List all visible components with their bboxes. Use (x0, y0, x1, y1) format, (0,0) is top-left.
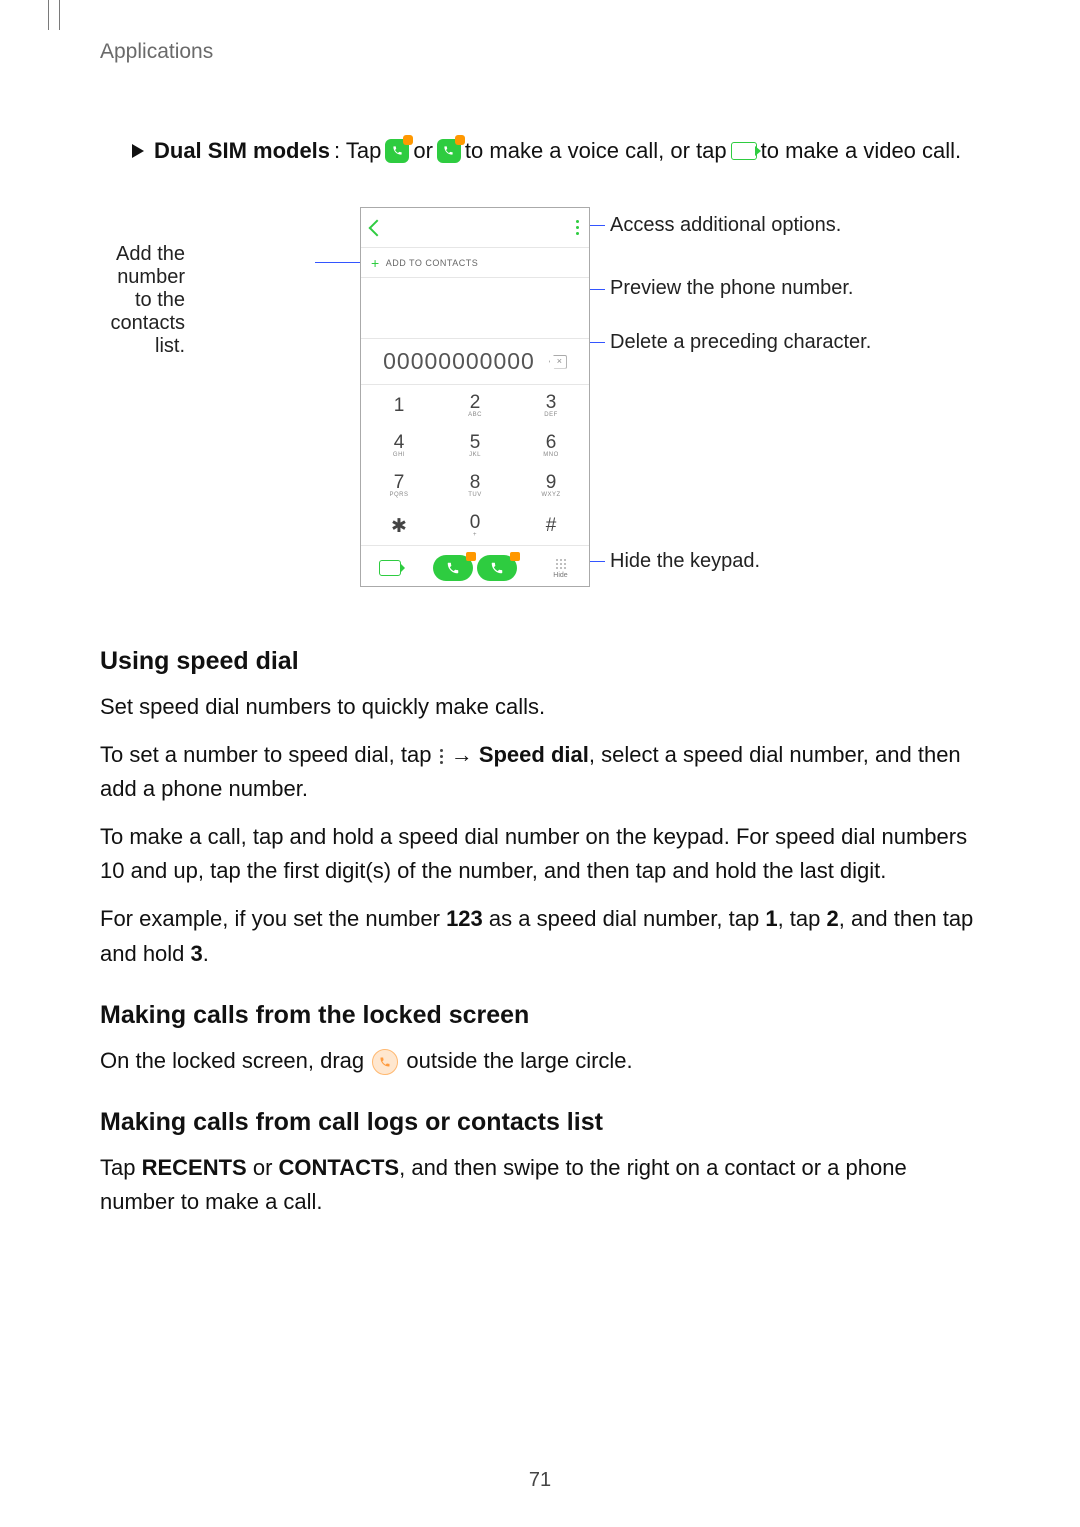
speed-p4: For example, if you set the number 123 a… (100, 902, 980, 970)
more-options-inline-icon (440, 755, 443, 758)
video-call-icon (731, 142, 757, 160)
plus-icon: + (371, 255, 380, 271)
keypad-key-✱[interactable]: ✱ (361, 505, 437, 545)
back-icon[interactable] (369, 219, 386, 236)
sim2-call-button[interactable] (477, 555, 517, 581)
preview-area (361, 278, 589, 339)
keypad-key-2[interactable]: 2ABC (437, 385, 513, 425)
dual-sim-bullet: Dual SIM models: Tap or to make a voice … (100, 134, 980, 167)
action-row: Hide (361, 545, 589, 590)
label-add-contacts: Add the number to the contacts list. (100, 243, 185, 358)
label-hide: Hide the keypad. (610, 550, 760, 573)
page-number: 71 (0, 1469, 1080, 1492)
lock-phone-icon (372, 1049, 398, 1075)
keypad-grid-icon (555, 558, 567, 570)
logs-p1: Tap RECENTS or CONTACTS, and then swipe … (100, 1151, 980, 1219)
speed-p1: Set speed dial numbers to quickly make c… (100, 690, 980, 724)
keypad-key-7[interactable]: 7PQRS (361, 465, 437, 505)
hide-keypad-button[interactable]: Hide (553, 558, 567, 579)
keypad-key-8[interactable]: 8TUV (437, 465, 513, 505)
speed-p3: To make a call, tap and hold a speed dia… (100, 820, 980, 888)
label-delete: Delete a preceding character. (610, 331, 871, 354)
sim1-call-icon (385, 139, 409, 163)
dialer-diagram: Add the number to the contacts list. Acc… (100, 207, 980, 607)
hide-label: Hide (553, 572, 567, 579)
more-options-icon[interactable] (576, 226, 579, 229)
backspace-icon[interactable] (549, 355, 567, 369)
keypad-key-3[interactable]: 3DEF (513, 385, 589, 425)
dialer-topbar (361, 208, 589, 248)
locked-heading: Making calls from the locked screen (100, 1001, 980, 1030)
video-call-button[interactable] (379, 560, 401, 576)
keypad-key-0[interactable]: 0+ (437, 505, 513, 545)
bullet-icon (132, 144, 144, 158)
speed-dial-heading: Using speed dial (100, 647, 980, 676)
dual-sim-label: Dual SIM models (154, 134, 330, 167)
keypad-key-6[interactable]: 6MNO (513, 425, 589, 465)
logs-heading: Making calls from call logs or contacts … (100, 1108, 980, 1137)
add-to-contacts-row[interactable]: + ADD TO CONTACTS (361, 248, 589, 278)
keypad-key-5[interactable]: 5JKL (437, 425, 513, 465)
label-preview: Preview the phone number. (610, 277, 854, 300)
dialer-screenshot: + ADD TO CONTACTS 00000000000 12ABC3DEF 4… (360, 207, 590, 587)
section-header: Applications (100, 40, 980, 64)
label-more-options: Access additional options. (610, 214, 841, 237)
add-to-contacts-label: ADD TO CONTACTS (386, 258, 479, 268)
keypad-key-1[interactable]: 1 (361, 385, 437, 425)
number-row: 00000000000 (361, 339, 589, 385)
keypad-key-9[interactable]: 9WXYZ (513, 465, 589, 505)
sim1-call-button[interactable] (433, 555, 473, 581)
sim2-call-icon (437, 139, 461, 163)
entered-number: 00000000000 (383, 348, 535, 375)
speed-p2: To set a number to speed dial, tap → Spe… (100, 738, 980, 806)
header-crop-mark (48, 0, 60, 30)
keypad-key-4[interactable]: 4GHI (361, 425, 437, 465)
keypad: 12ABC3DEF 4GHI5JKL6MNO 7PQRS8TUV9WXYZ ✱0+# (361, 385, 589, 545)
manual-page: Applications Dual SIM models: Tap or to … (0, 0, 1080, 1527)
locked-p1: On the locked screen, drag outside the l… (100, 1044, 980, 1078)
keypad-key-#[interactable]: # (513, 505, 589, 545)
